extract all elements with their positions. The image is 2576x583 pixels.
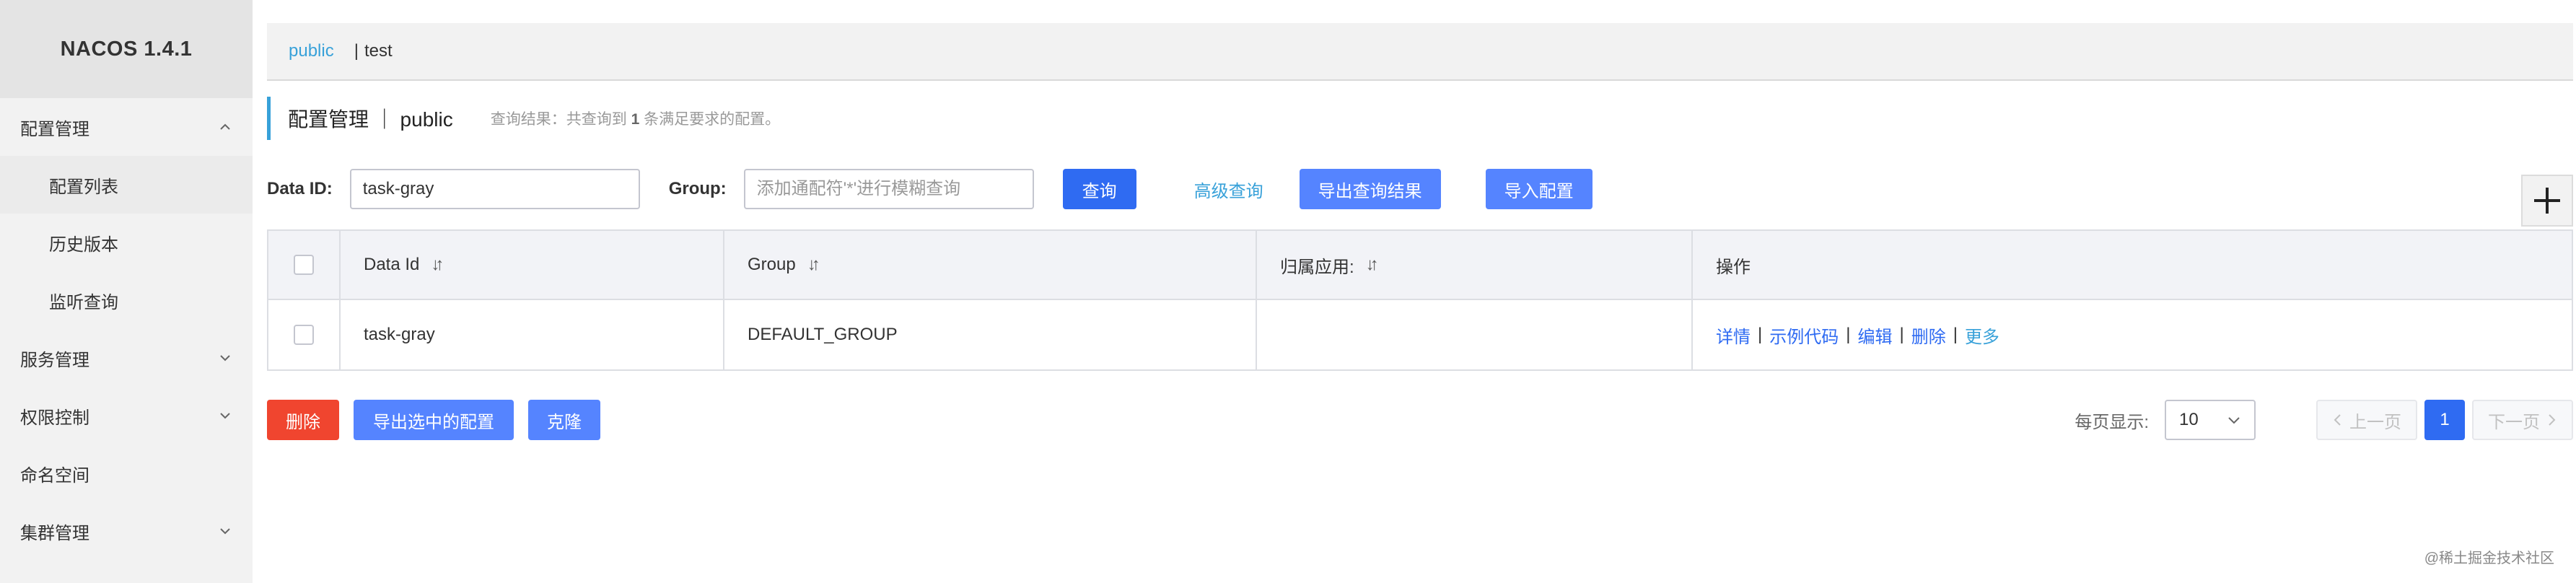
advanced-query-link[interactable]: 高级查询 <box>1194 177 1263 202</box>
import-config-button[interactable]: 导入配置 <box>1485 169 1593 209</box>
chevron-down-icon <box>218 408 232 423</box>
chevron-left-icon <box>2334 414 2341 426</box>
search-bar: Data ID: Group: 查询 高级查询 导出查询结果 导入配置 <box>267 167 2573 211</box>
column-header-app: 归属应用: <box>1280 257 1354 277</box>
sidebar: NACOS 1.4.1 配置管理 配置列表 历史版本 监听查询 服务管理 权限控… <box>0 0 253 583</box>
column-header-group: Group <box>748 255 796 274</box>
main-content: public | test 配置管理 ｜ public 查询结果：共查询到 1 … <box>267 0 2576 583</box>
clone-button[interactable]: 克隆 <box>528 400 600 440</box>
edit-link[interactable]: 编辑 <box>1857 323 1892 348</box>
page-title: 配置管理 ｜ public <box>288 108 453 131</box>
sort-icon[interactable]: ↓↑ <box>807 255 820 275</box>
detail-link[interactable]: 详情 <box>1716 323 1751 348</box>
export-selected-button[interactable]: 导出选中的配置 <box>354 400 514 440</box>
sidebar-item-config-list[interactable]: 配置列表 <box>0 156 253 214</box>
data-id-input[interactable] <box>349 169 640 209</box>
sort-icon[interactable]: ↓↑ <box>431 255 444 275</box>
watermark: @稀土掘金技术社区 <box>2424 551 2554 566</box>
column-header-ops: 操作 <box>1716 257 1751 277</box>
cell-group: DEFAULT_GROUP <box>724 300 1257 369</box>
namespace-bar: public | test <box>267 23 2573 81</box>
data-id-label: Data ID: <box>267 179 333 198</box>
sidebar-item-listen-query[interactable]: 监听查询 <box>0 271 253 329</box>
sidebar-item-history[interactable]: 历史版本 <box>0 214 253 271</box>
next-page-button[interactable]: 下一页 <box>2472 400 2573 440</box>
cell-app <box>1257 300 1693 369</box>
chevron-down-icon <box>218 524 232 538</box>
page-number-button[interactable]: 1 <box>2424 400 2465 440</box>
brand-logo: NACOS 1.4.1 <box>0 0 253 98</box>
sidebar-item-label: 集群管理 <box>20 523 89 543</box>
page-size-label: 每页显示: <box>2075 412 2149 432</box>
row-checkbox[interactable] <box>294 325 314 345</box>
column-header-data-id: Data Id <box>364 255 420 274</box>
delete-button[interactable]: 删除 <box>267 400 339 440</box>
cell-ops: 详情 | 示例代码 | 编辑 | 删除 | 更多 <box>1693 300 2572 369</box>
select-all-checkbox[interactable] <box>294 255 314 275</box>
namespace-test[interactable]: test <box>364 41 393 61</box>
group-input[interactable] <box>743 169 1034 209</box>
sidebar-item-cluster-management[interactable]: 集群管理 <box>0 502 253 560</box>
chevron-down-icon <box>218 351 232 365</box>
result-count: 1 <box>631 111 640 128</box>
table-row: task-gray DEFAULT_GROUP 详情 | 示例代码 | 编辑 |… <box>268 300 2572 369</box>
chevron-down-icon <box>2228 417 2240 424</box>
namespace-separator: | <box>354 41 359 61</box>
group-label: Group: <box>668 179 727 198</box>
page-header: 配置管理 ｜ public 查询结果：共查询到 1 条满足要求的配置。 <box>267 97 780 140</box>
sidebar-item-service-management[interactable]: 服务管理 <box>0 329 253 387</box>
page-size-value: 10 <box>2179 410 2199 429</box>
delete-link[interactable]: 删除 <box>1911 323 1946 348</box>
sidebar-item-label: 命名空间 <box>20 465 89 486</box>
bottom-toolbar: 删除 导出选中的配置 克隆 每页显示: 10 上一页 1 下一页 <box>267 400 2573 440</box>
sidebar-item-config-management[interactable]: 配置管理 <box>0 98 253 156</box>
sidebar-item-label: 权限控制 <box>20 408 89 428</box>
more-link[interactable]: 更多 <box>1965 323 1999 348</box>
chevron-right-icon <box>2549 414 2556 426</box>
namespace-public[interactable]: public <box>289 41 334 61</box>
query-button[interactable]: 查询 <box>1062 169 1136 209</box>
sample-code-link[interactable]: 示例代码 <box>1769 323 1839 348</box>
page-size-select[interactable]: 10 <box>2165 400 2256 440</box>
add-config-button[interactable] <box>2521 175 2573 227</box>
cell-data-id: task-gray <box>341 300 724 369</box>
sort-icon[interactable]: ↓↑ <box>1366 255 1379 275</box>
prev-page-button[interactable]: 上一页 <box>2316 400 2417 440</box>
pagination: 每页显示: 10 上一页 1 下一页 <box>2075 400 2573 440</box>
plus-icon <box>2534 188 2560 214</box>
sidebar-item-namespace[interactable]: 命名空间 <box>0 444 253 502</box>
result-hint: 查询结果：共查询到 1 条满足要求的配置。 <box>490 111 781 128</box>
chevron-up-icon <box>218 120 232 134</box>
sidebar-item-label: 服务管理 <box>20 350 89 370</box>
export-results-button[interactable]: 导出查询结果 <box>1299 169 1441 209</box>
title-accent-bar <box>267 97 271 140</box>
sidebar-item-label: 配置管理 <box>20 119 89 139</box>
table-header-row: Data Id ↓↑ Group ↓↑ 归属应用: ↓↑ 操作 <box>268 231 2572 300</box>
config-table: Data Id ↓↑ Group ↓↑ 归属应用: ↓↑ 操作 task-gra… <box>267 229 2573 371</box>
sidebar-item-auth-control[interactable]: 权限控制 <box>0 387 253 444</box>
